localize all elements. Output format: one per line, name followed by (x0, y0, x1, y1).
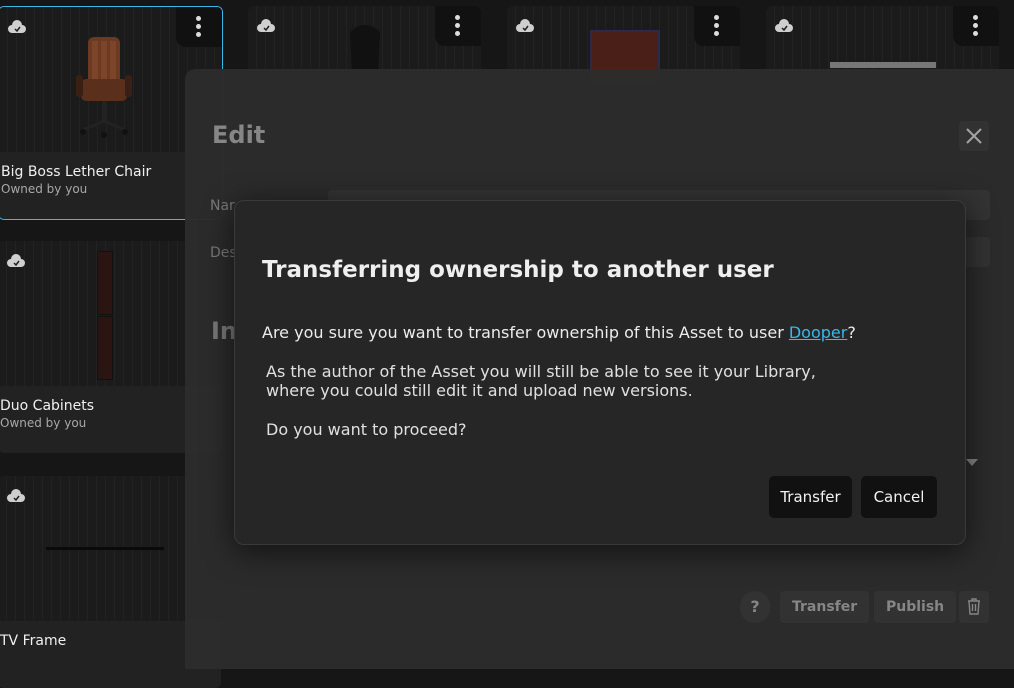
cloud-icon (7, 254, 25, 267)
close-icon (966, 128, 982, 144)
cloud-icon (8, 20, 26, 33)
edit-footer: ? Transfer Publish (185, 591, 1014, 623)
cabinet-image (97, 251, 113, 315)
chair-image (76, 37, 132, 138)
body-line: where you could still edit it and upload… (266, 381, 693, 400)
transfer-dialog: Transferring ownership to another user A… (234, 200, 966, 545)
more-options-icon[interactable] (435, 6, 481, 46)
question-mark: ? (847, 323, 856, 342)
dialog-question: Are you sure you want to transfer owners… (262, 323, 856, 342)
publish-button[interactable]: Publish (874, 591, 957, 623)
delete-button[interactable] (959, 591, 989, 623)
transfer-button[interactable]: Transfer (780, 591, 870, 623)
name-label: Nar (210, 198, 235, 214)
help-button[interactable]: ? (740, 591, 770, 623)
confirm-transfer-button[interactable]: Transfer (769, 476, 852, 518)
cloud-icon (257, 19, 275, 32)
question-text: Are you sure you want to transfer owners… (262, 323, 789, 342)
more-options-icon[interactable] (953, 6, 999, 46)
table-image (830, 62, 936, 68)
asset-owner: Owned by you (0, 416, 87, 430)
cloud-icon (516, 19, 534, 32)
more-options-icon[interactable] (176, 7, 222, 47)
chevron-down-icon[interactable] (966, 459, 978, 466)
cabinet-image (97, 316, 113, 380)
cloud-icon (7, 489, 25, 502)
asset-owner: Owned by you (1, 182, 88, 196)
edit-title: Edit (212, 121, 266, 149)
dialog-title: Transferring ownership to another user (262, 257, 774, 283)
asset-name: TV Frame (0, 633, 67, 649)
trash-icon (968, 598, 980, 615)
description-label: Des (210, 245, 237, 261)
asset-name: Duo Cabinets (0, 398, 95, 414)
cloud-icon (775, 19, 793, 32)
close-button[interactable] (959, 121, 989, 151)
body-line: As the author of the Asset you will stil… (266, 362, 816, 381)
more-options-icon[interactable] (694, 6, 740, 46)
proceed-text: Do you want to proceed? (266, 420, 467, 439)
cancel-button[interactable]: Cancel (861, 476, 937, 518)
dialog-body: As the author of the Asset you will stil… (266, 362, 816, 400)
tv-frame-image (46, 547, 164, 550)
asset-name: Big Boss Lether Chair (1, 164, 152, 180)
username-link[interactable]: Dooper (789, 323, 847, 342)
gaming-chair-image (350, 25, 380, 72)
